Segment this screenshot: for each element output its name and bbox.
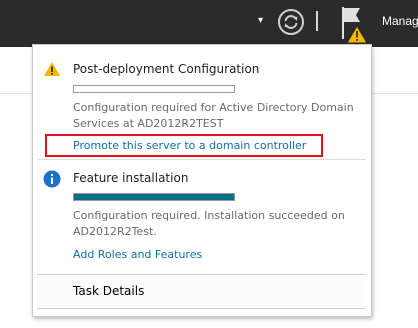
add-roles-features-link[interactable]: Add Roles and Features <box>73 248 202 261</box>
highlight-annotation-box <box>45 134 323 157</box>
info-icon <box>43 170 61 188</box>
task-details-button[interactable]: Task Details <box>37 274 365 309</box>
description-line: AD2012R2Test. <box>73 225 157 238</box>
notification-title: Post-deployment Configuration <box>73 62 260 76</box>
notifications-flyout: Post-deployment Configuration Configurat… <box>32 44 372 317</box>
notification-title: Feature installation <box>73 171 189 185</box>
progress-bar <box>73 193 235 201</box>
notification-description: Configuration required for Active Direct… <box>73 100 363 132</box>
description-line: Configuration required for Active Direct… <box>73 101 354 114</box>
progress-fill <box>74 194 234 200</box>
warning-icon <box>44 62 60 76</box>
manage-menu[interactable]: Manag <box>382 14 418 28</box>
toolbar-separator <box>316 11 318 31</box>
notification-description: Configuration required. Installation suc… <box>73 208 363 240</box>
description-line: Configuration required. Installation suc… <box>73 209 345 222</box>
task-details-label: Task Details <box>73 284 145 298</box>
notification-feature-installation: Feature installation Configuration requi… <box>33 160 371 273</box>
notification-post-deployment: Post-deployment Configuration Configurat… <box>33 45 371 159</box>
description-line: Services at AD2012R2TEST <box>73 117 224 130</box>
refresh-icon[interactable] <box>277 8 305 36</box>
top-toolbar: ▾ Manag <box>0 0 418 47</box>
flag-warning-icon[interactable] <box>333 5 369 45</box>
chevron-down-icon[interactable]: ▾ <box>258 14 263 28</box>
progress-bar <box>73 85 235 93</box>
